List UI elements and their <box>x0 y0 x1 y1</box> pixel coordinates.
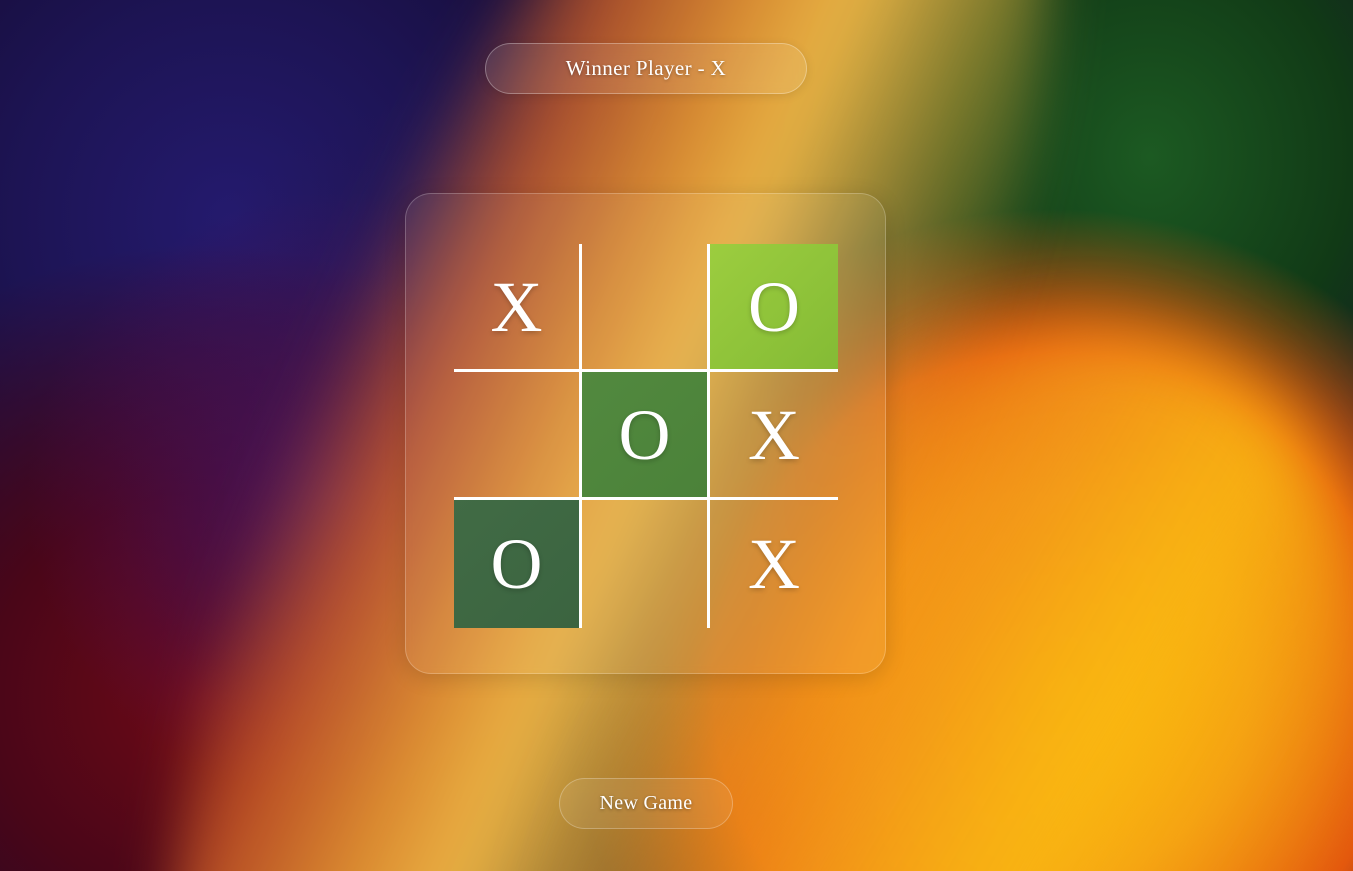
new-game-button[interactable]: New Game <box>559 778 733 829</box>
status-banner: Winner Player - X <box>485 43 807 94</box>
board-cell-1[interactable] <box>582 244 710 372</box>
cell-mark: X <box>490 266 543 347</box>
board-cell-0[interactable]: X <box>454 244 582 372</box>
cell-mark: O <box>490 524 543 604</box>
cell-mark: O <box>618 394 671 475</box>
game-board-panel: X O O X O X <box>405 193 886 674</box>
game-board-grid: X O O X O X <box>454 244 838 628</box>
cell-mark: X <box>748 524 800 604</box>
cell-mark: X <box>748 394 800 475</box>
board-cell-6[interactable]: O <box>454 500 582 628</box>
board-cell-2[interactable]: O <box>710 244 838 372</box>
cell-mark: O <box>748 266 800 347</box>
board-cell-5[interactable]: X <box>710 372 838 500</box>
status-text: Winner Player - X <box>565 56 727 80</box>
board-cell-7[interactable] <box>582 500 710 628</box>
board-cell-3[interactable] <box>454 372 582 500</box>
board-cell-4[interactable]: O <box>582 372 710 500</box>
board-cell-8[interactable]: X <box>710 500 838 628</box>
tic-tac-toe-app: Winner Player - X X O O X O X New Game <box>0 0 1353 871</box>
